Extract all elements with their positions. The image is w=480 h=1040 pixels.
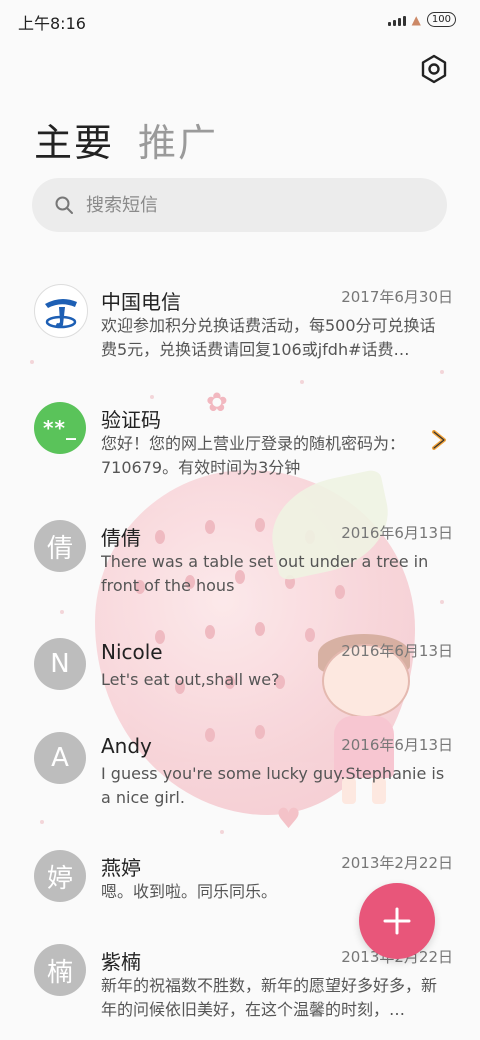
message-date: 2013年2月22日 (341, 854, 453, 872)
hexagon-gear-icon (421, 54, 447, 84)
china-telecom-logo-icon (34, 284, 88, 338)
message-preview: I guess you're some lucky guy.Stephanie … (101, 764, 445, 807)
notification-icon: ▲ (411, 12, 421, 27)
conversation-item[interactable]: 中国电信 2017年6月30日 欢迎参加积分兑换话费活动，每500分可兑换话费5… (0, 262, 480, 362)
contact-name: 紫楠 (101, 950, 141, 974)
avatar: 婷 (34, 850, 86, 902)
new-message-button[interactable] (359, 883, 435, 959)
signal-icon (387, 14, 406, 26)
contact-name: Nicole (101, 640, 163, 664)
contact-name: 中国电信 (101, 290, 181, 314)
message-date: 2016年6月13日 (341, 642, 453, 660)
category-tabs: 主要 推广 (34, 112, 218, 167)
contact-name: 倩倩 (101, 526, 141, 550)
chevron-right-icon[interactable] (430, 430, 448, 450)
avatar: 楠 (34, 944, 86, 996)
tab-promotions[interactable]: 推广 (138, 112, 218, 167)
message-date: 2016年6月13日 (341, 524, 453, 542)
message-date: 2016年6月13日 (341, 736, 453, 754)
settings-button[interactable] (418, 53, 450, 85)
message-preview: Let's eat out,shall we? (101, 670, 280, 689)
message-preview: 欢迎参加积分兑换话费活动，每500分可兑换话费5元，兑换话费请回复106或jfd… (101, 316, 436, 359)
conversation-item[interactable]: 倩 倩倩 2016年6月13日 There was a table set ou… (0, 520, 480, 600)
message-preview: There was a table set out under a tree i… (101, 552, 429, 595)
contact-name: 验证码 (101, 408, 161, 432)
contact-name: 燕婷 (101, 856, 141, 880)
avatar: N (34, 638, 86, 690)
status-time: 上午8:16 (18, 14, 86, 33)
message-preview: 您好！您的网上营业厅登录的随机密码为：710679。有效时间为3分钟 (101, 434, 406, 477)
battery-indicator: 100 (426, 12, 456, 27)
contact-name: Andy (101, 734, 152, 758)
tab-main[interactable]: 主要 (34, 112, 114, 167)
avatar: 倩 (34, 520, 86, 572)
status-icons: ▲ 100 (387, 12, 456, 27)
avatar: A (34, 732, 86, 784)
avatar: **_ (34, 402, 86, 454)
search-icon (55, 196, 73, 214)
conversation-item[interactable]: **_ 验证码 您好！您的网上营业厅登录的随机密码为：710679。有效时间为3… (0, 402, 480, 482)
conversation-item[interactable]: A Andy 2016年6月13日 I guess you're some lu… (0, 732, 480, 812)
message-date: 2017年6月30日 (341, 288, 453, 306)
plus-icon (383, 907, 411, 935)
status-bar: 上午8:16 ▲ 100 (0, 0, 480, 40)
search-bar[interactable] (32, 178, 447, 232)
search-input[interactable] (84, 193, 418, 217)
conversation-item[interactable]: N Nicole 2016年6月13日 Let's eat out,shall … (0, 638, 480, 698)
message-preview: 新年的祝福数不胜数，新年的愿望好多好多，新年的问候依旧美好，在这个温馨的时刻，… (101, 976, 438, 1019)
